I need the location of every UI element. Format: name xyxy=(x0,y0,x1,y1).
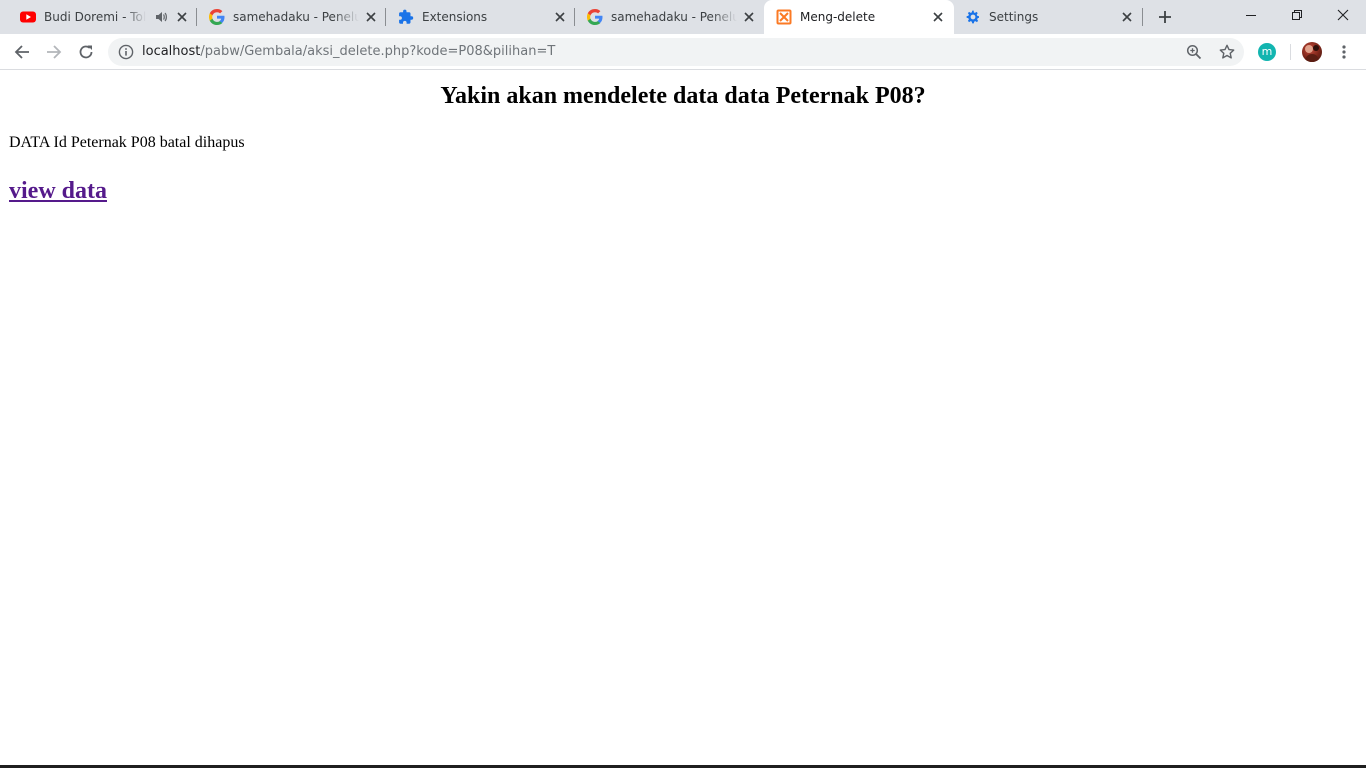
bookmark-star-icon[interactable] xyxy=(1218,43,1236,61)
browser-toolbar: localhost/pabw/Gembala/aksi_delete.php?k… xyxy=(0,34,1366,70)
close-icon[interactable] xyxy=(1119,9,1135,25)
tab-title: samehadaku - Penelusuran xyxy=(611,10,737,24)
toolbar-separator xyxy=(1290,44,1291,60)
url-host: localhost xyxy=(142,44,201,59)
tab-google-search-2[interactable]: samehadaku - Penelusuran xyxy=(575,0,764,34)
close-icon[interactable] xyxy=(741,9,757,25)
info-icon[interactable] xyxy=(118,44,134,60)
close-window-button[interactable] xyxy=(1320,0,1366,30)
tab-youtube[interactable]: Budi Doremi - Tolong xyxy=(0,0,197,34)
tab-title: Settings xyxy=(989,10,1039,24)
tab-meng-delete[interactable]: Meng-delete xyxy=(764,0,954,34)
page-heading: Yakin akan mendelete data data Peternak … xyxy=(440,83,926,109)
close-icon[interactable] xyxy=(552,9,568,25)
tab-separator xyxy=(1142,8,1143,26)
reload-icon xyxy=(79,45,93,59)
extension-m-icon[interactable]: m xyxy=(1258,43,1276,61)
tab-title: Budi Doremi - Tolong xyxy=(44,10,146,24)
minimize-button[interactable] xyxy=(1228,0,1274,30)
close-icon[interactable] xyxy=(930,9,946,25)
google-icon xyxy=(587,9,603,25)
address-bar[interactable]: localhost/pabw/Gembala/aksi_delete.php?k… xyxy=(108,38,1244,66)
tab-title: Meng-delete xyxy=(800,10,876,24)
xampp-icon xyxy=(776,9,792,25)
tab-extensions[interactable]: Extensions xyxy=(386,0,575,34)
zoom-icon[interactable] xyxy=(1185,43,1203,61)
youtube-icon xyxy=(20,9,36,25)
forward-button[interactable] xyxy=(40,38,68,66)
profile-photo-icon xyxy=(1305,45,1319,62)
more-vertical-icon xyxy=(1342,45,1346,59)
avatar[interactable] xyxy=(1302,42,1322,62)
tab-google-search[interactable]: samehadaku - Penelusuran xyxy=(197,0,386,34)
close-icon xyxy=(1337,9,1349,21)
minimize-icon xyxy=(1246,15,1256,16)
close-icon[interactable] xyxy=(174,9,190,25)
url-text[interactable]: localhost/pabw/Gembala/aksi_delete.php?k… xyxy=(142,44,555,60)
back-button[interactable] xyxy=(8,38,36,66)
tab-strip: Budi Doremi - Tolong samehadaku - Penelu… xyxy=(0,0,1366,34)
restore-icon xyxy=(1292,10,1302,20)
gear-icon xyxy=(965,9,981,25)
page-content: Yakin akan mendelete data data Peternak … xyxy=(0,71,1366,765)
restore-button[interactable] xyxy=(1274,0,1320,30)
status-message: DATA Id Peternak P08 batal dihapus xyxy=(9,134,245,151)
google-icon xyxy=(209,9,225,25)
reload-button[interactable] xyxy=(72,38,100,66)
puzzle-icon xyxy=(398,9,414,25)
speaker-icon[interactable] xyxy=(154,10,168,24)
tab-title: Extensions xyxy=(422,10,488,24)
menu-button[interactable] xyxy=(1334,42,1354,62)
url-path: /pabw/Gembala/aksi_delete.php?kode=P08&p… xyxy=(200,44,556,59)
tab-settings[interactable]: Settings xyxy=(954,0,1143,34)
view-data-link[interactable]: view data xyxy=(9,175,107,207)
arrow-left-icon xyxy=(14,45,29,59)
close-icon[interactable] xyxy=(363,9,379,25)
plus-icon xyxy=(1159,11,1171,23)
new-tab-button[interactable] xyxy=(1153,5,1177,29)
tab-title: samehadaku - Penelusuran xyxy=(233,10,359,24)
arrow-right-icon xyxy=(47,45,62,59)
